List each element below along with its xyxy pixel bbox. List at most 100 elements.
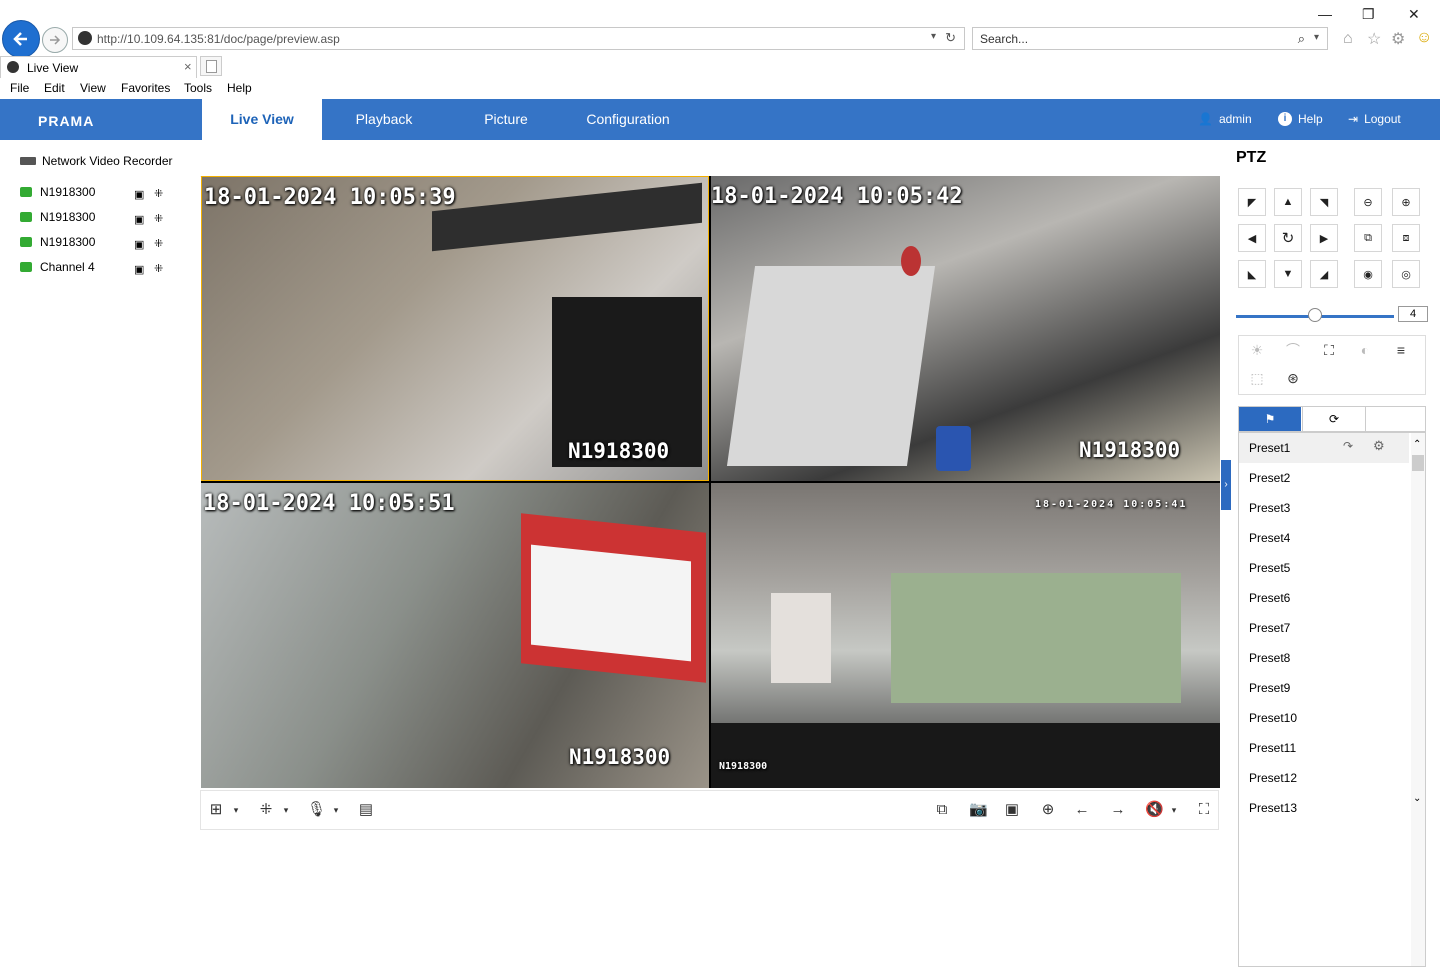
3d-zoom-icon[interactable]: ⊛ [1275,364,1311,392]
browser-tab[interactable]: Live View × [0,56,197,78]
ptz-down-right-button[interactable]: ◢ [1310,260,1338,288]
back-button[interactable] [2,20,40,58]
preset-item[interactable]: Preset13 [1249,793,1297,823]
tree-channel-1[interactable]: N1918300 [20,185,95,199]
browser-search-field[interactable]: Search... ⌕ ▾ [972,27,1328,50]
record-icon[interactable]: ▣ [134,263,144,276]
dropdown-icon[interactable]: ▾ [277,801,295,819]
iris-open-icon[interactable]: ◉ [1354,260,1382,288]
menu-icon[interactable]: ≡ [1383,336,1419,364]
dropdown-icon[interactable]: ▾ [327,801,345,819]
preset-tab[interactable]: ⚑ [1239,407,1301,431]
logout-link[interactable]: ⇥ Logout [1348,112,1401,126]
stream-select-icon[interactable]: ⁜ [154,237,163,250]
focus-near-icon[interactable]: ⧉ [1354,224,1382,252]
ptz-speed-slider-handle[interactable] [1308,308,1322,322]
iris-close-icon[interactable]: ◎ [1392,260,1420,288]
ptz-left-button[interactable]: ◀ [1238,224,1266,252]
record-all-icon[interactable]: ▣ [1003,801,1021,819]
camera-view-1[interactable]: 18-01-2024 10:05:39 N1918300 [201,176,709,481]
next-page-icon[interactable]: → [1109,801,1127,819]
stream-select-icon[interactable]: ⁜ [154,212,163,225]
video-wall-icon[interactable]: ▤ [357,801,375,819]
close-window-button[interactable]: ✕ [1408,6,1420,23]
forward-button[interactable] [42,27,68,53]
menu-edit[interactable]: Edit [44,81,65,95]
preset-item[interactable]: Preset11 [1249,733,1296,763]
home-icon[interactable]: ⌂ [1343,30,1353,48]
preset-scrollbar[interactable]: ⌃ ⌄ [1411,433,1425,966]
tab-close-icon[interactable]: × [184,59,192,74]
record-icon[interactable]: ▣ [134,213,144,226]
menu-help[interactable]: Help [227,81,252,95]
fullscreen-icon[interactable]: ⛶ [1195,801,1213,819]
manual-track-icon[interactable]: ⬚ [1239,364,1275,392]
preset-item[interactable]: Preset12 [1249,763,1297,793]
zoom-in-icon[interactable]: ⊕ [1392,188,1420,216]
minimize-button[interactable]: — [1318,6,1332,22]
tree-channel-4[interactable]: Channel 4 [20,260,95,274]
url-text[interactable]: http://10.109.64.135:81/doc/page/preview… [97,32,340,46]
tree-channel-2[interactable]: N1918300 [20,210,95,224]
call-preset-icon[interactable]: ↷ [1343,439,1353,453]
lens-init-icon[interactable]: ◐ [1347,336,1383,364]
favorites-star-icon[interactable]: ☆ [1367,29,1381,49]
ptz-up-left-button[interactable]: ◤ [1238,188,1266,216]
restore-button[interactable]: ❐ [1362,6,1375,23]
ptz-down-left-button[interactable]: ◣ [1238,260,1266,288]
tab-live-view[interactable]: Live View [202,99,322,140]
dropdown-icon[interactable]: ▾ [227,801,245,819]
preset-item[interactable]: Preset7 [1249,613,1290,643]
preset-item[interactable]: Preset6 [1249,583,1290,613]
menu-favorites[interactable]: Favorites [121,81,170,95]
record-icon[interactable]: ▣ [134,188,144,201]
dropdown-icon[interactable]: ▾ [1165,801,1183,819]
ptz-up-button[interactable]: ▲ [1274,188,1302,216]
preset-settings-gear-icon[interactable]: ⚙ [1373,438,1385,454]
microphone-icon[interactable]: 🎙 [307,801,326,819]
digital-zoom-icon[interactable]: ⊕ [1039,801,1057,819]
search-icon[interactable]: ⌕ [1298,31,1305,47]
preset-item[interactable]: Preset8 [1249,643,1290,673]
camera-view-4[interactable]: 18-01-2024 10:05:41 N1918300 [711,483,1220,788]
menu-tools[interactable]: Tools [184,81,212,95]
preset-item[interactable]: Preset2 [1249,463,1290,493]
patrol-tab[interactable]: ⟳ [1302,407,1366,431]
window-division-icon[interactable]: ⊞ [207,801,225,819]
stream-select-icon[interactable]: ⁜ [154,262,163,275]
new-tab-button[interactable] [200,56,222,76]
record-icon[interactable]: ▣ [134,238,144,251]
user-menu[interactable]: 👤 admin [1198,112,1252,126]
menu-view[interactable]: View [80,81,106,95]
stream-type-icon[interactable]: ⁜ [257,801,275,819]
preset-item[interactable]: Preset9 [1249,673,1290,703]
preset-item[interactable]: Preset4 [1249,523,1290,553]
auto-focus-icon[interactable]: ⛶ [1311,336,1347,364]
scrollbar-thumb[interactable] [1412,455,1424,471]
camera-view-3[interactable]: 18-01-2024 10:05:51 N1918300 [201,483,709,788]
preset-item[interactable]: Preset1 [1249,433,1290,463]
zoom-out-icon[interactable]: ⊖ [1354,188,1382,216]
ptz-right-button[interactable]: ▶ [1310,224,1338,252]
settings-gear-icon[interactable]: ⚙ [1391,29,1405,49]
light-icon[interactable]: ☀ [1239,336,1275,364]
refresh-icon[interactable]: ↻ [945,30,956,46]
capture-camera-icon[interactable]: 📷 [969,801,988,819]
tree-root[interactable]: Network Video Recorder [20,154,173,168]
tab-playback[interactable]: Playback [324,99,444,140]
scroll-down-icon[interactable]: ⌄ [1413,793,1421,804]
menu-file[interactable]: File [10,81,29,95]
stream-select-icon[interactable]: ⁜ [154,187,163,200]
preset-item[interactable]: Preset5 [1249,553,1290,583]
camera-view-2[interactable]: 18-01-2024 10:05:42 N1918300 [711,176,1220,481]
scroll-up-icon[interactable]: ⌃ [1413,439,1421,450]
tab-picture[interactable]: Picture [446,99,566,140]
wiper-icon[interactable]: ⌒ [1275,336,1311,364]
search-dropdown-icon[interactable]: ▾ [1314,32,1319,43]
stop-all-icon[interactable]: ⧉ [933,801,951,819]
dropdown-icon[interactable]: ▾ [931,31,936,42]
focus-far-icon[interactable]: ⧈ [1392,224,1420,252]
tree-channel-3[interactable]: N1918300 [20,235,95,249]
preset-item[interactable]: Preset10 [1249,703,1297,733]
help-link[interactable]: i Help [1278,112,1323,126]
